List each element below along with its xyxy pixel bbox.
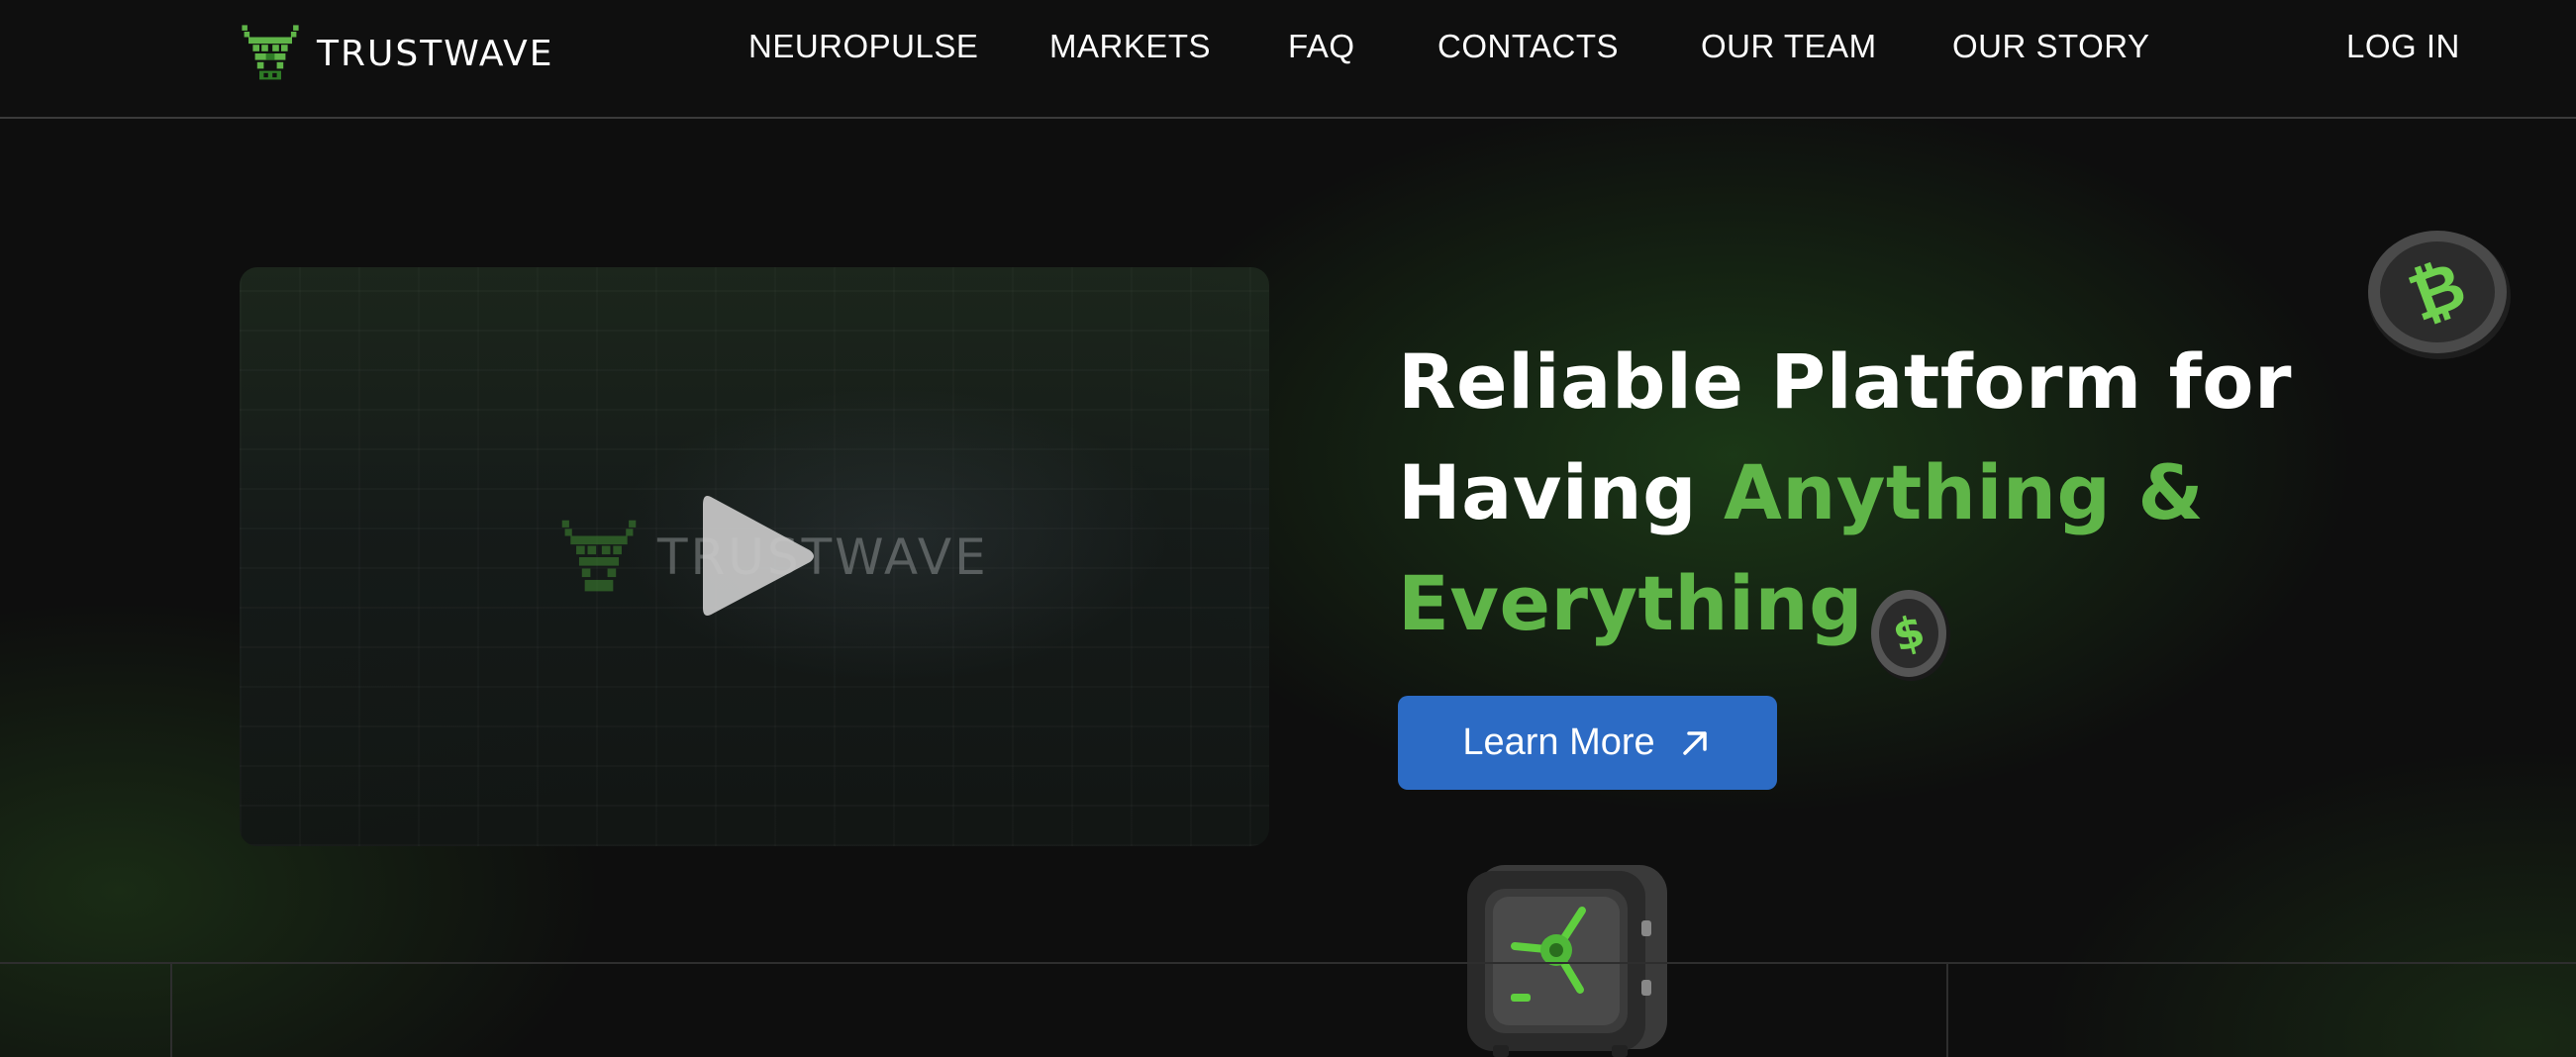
section-divider — [0, 962, 2576, 964]
hero-line-2-plain: Having — [1398, 448, 1724, 536]
bitcoin-coin-icon: ₿ — [2368, 231, 2511, 359]
landing-page: TRUSTWAVE NEUROPULSE MARKETS FAQ CONTACT… — [0, 0, 2576, 1057]
vault-safe-icon — [1467, 865, 1667, 1057]
learn-more-label: Learn More — [1462, 721, 1655, 763]
hero-line-2-accent: Anything & — [1723, 448, 2205, 536]
login-link[interactable]: LOG IN — [2346, 28, 2460, 65]
hero-line-1: Reliable Platform for — [1398, 337, 2292, 426]
nav-item-contacts[interactable]: CONTACTS — [1437, 28, 1619, 65]
bull-logo-icon — [561, 520, 637, 592]
nav-item-markets[interactable]: MARKETS — [1049, 28, 1211, 65]
hero-line-3-accent: Everything — [1398, 559, 1864, 647]
arrow-up-right-icon — [1682, 730, 1707, 755]
learn-more-button[interactable]: Learn More — [1398, 696, 1777, 790]
promo-video[interactable]: TRUSTWAVE — [240, 267, 1269, 846]
grid-line-right — [1946, 962, 1948, 1057]
nav-item-neuropulse[interactable]: NEUROPULSE — [748, 28, 978, 65]
grid-line-left — [170, 962, 172, 1057]
dollar-coin-icon: $ — [1871, 590, 1950, 681]
play-icon[interactable] — [693, 487, 820, 625]
top-navigation: TRUSTWAVE NEUROPULSE MARKETS FAQ CONTACT… — [0, 0, 2576, 119]
nav-item-our-team[interactable]: OUR TEAM — [1701, 28, 1877, 65]
nav-item-our-story[interactable]: OUR STORY — [1952, 28, 2150, 65]
brand-logo[interactable]: TRUSTWAVE — [238, 18, 554, 89]
brand-name: TRUSTWAVE — [317, 33, 554, 74]
bull-logo-icon — [242, 25, 299, 80]
nav-item-faq[interactable]: FAQ — [1288, 28, 1355, 65]
